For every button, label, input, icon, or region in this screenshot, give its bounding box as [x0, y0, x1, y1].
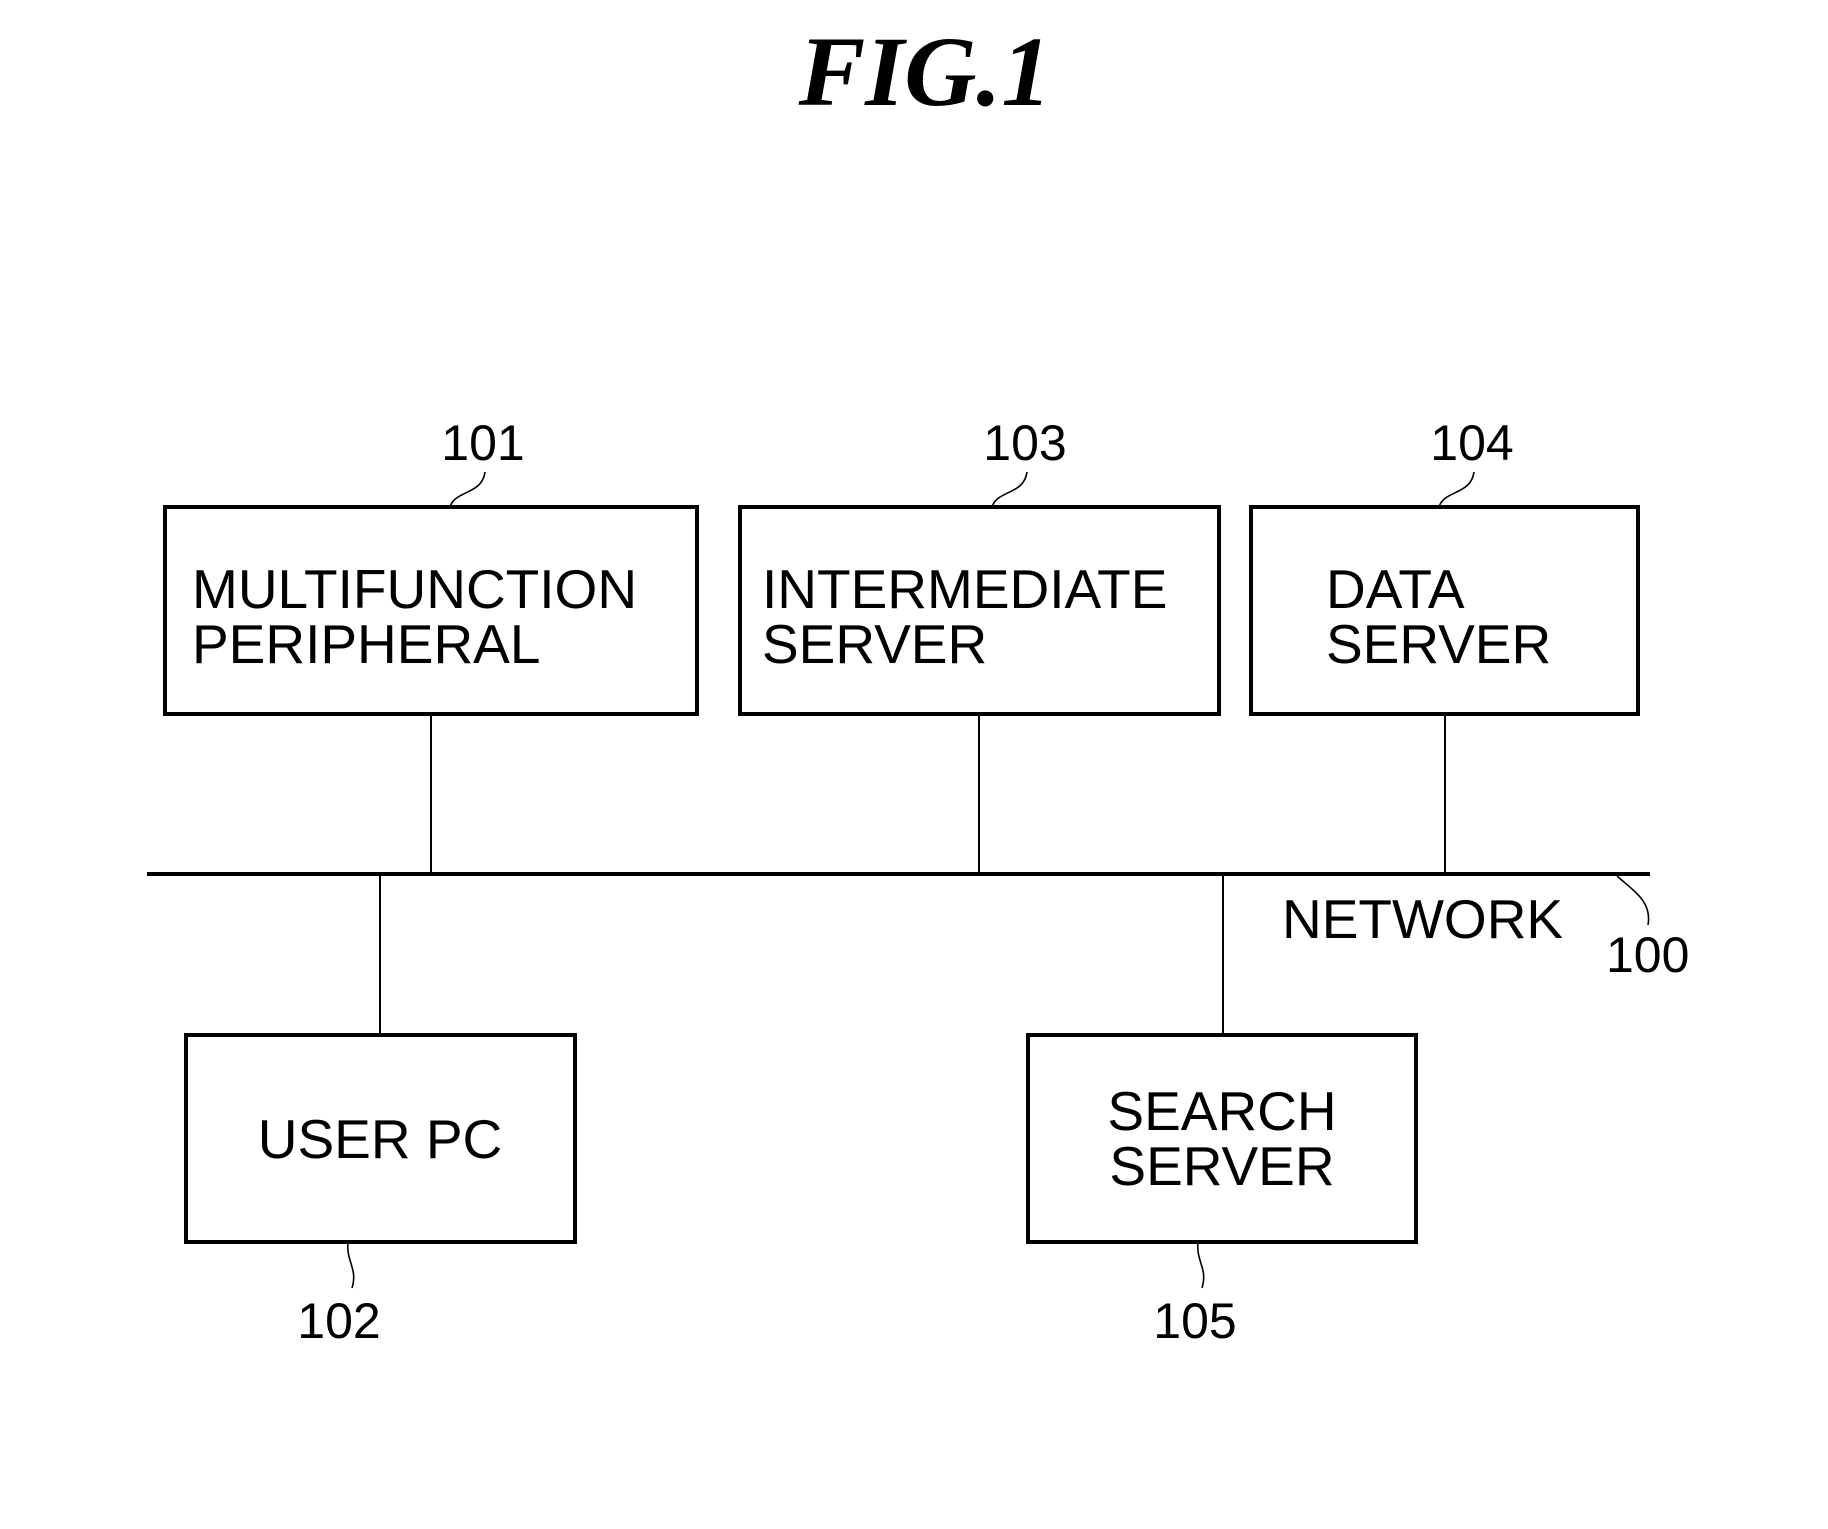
- node-leader-line: [347, 1241, 355, 1289]
- node-label-line: USER PC: [258, 1108, 503, 1170]
- node-user-pc: USER PC 102: [184, 874, 577, 1349]
- node-label-line: DATA: [1326, 558, 1465, 620]
- node-label-line: SERVER: [1109, 1135, 1334, 1197]
- network-label: NETWORK: [1282, 888, 1563, 950]
- node-ref: 104: [1430, 415, 1513, 471]
- node-leader-line: [449, 471, 486, 508]
- node-intermediate-server: INTERMEDIATE SERVER 103: [738, 415, 1221, 874]
- node-leader-line: [1197, 1241, 1205, 1289]
- node-ref: 105: [1153, 1293, 1236, 1349]
- node-multifunction-peripheral: MULTIFUNCTION PERIPHERAL 101: [163, 415, 699, 874]
- node-label-line: MULTIFUNCTION: [192, 558, 637, 620]
- node-data-server: DATA SERVER 104: [1249, 415, 1640, 874]
- network-leader-line: [1616, 875, 1650, 926]
- network-diagram: FIG.1 NETWORK 100 MULTIFUNCTION PERIPHER…: [147, 16, 1689, 1349]
- node-label-line: SERVER: [762, 613, 987, 675]
- node-leader-line: [1438, 471, 1475, 508]
- network-ref: 100: [1606, 927, 1689, 983]
- node-label-line: INTERMEDIATE: [762, 558, 1167, 620]
- node-ref: 102: [297, 1293, 380, 1349]
- node-label-line: SEARCH: [1107, 1080, 1336, 1142]
- node-ref: 101: [441, 415, 524, 471]
- node-ref: 103: [983, 415, 1066, 471]
- node-leader-line: [991, 471, 1028, 508]
- figure-title: FIG.1: [798, 16, 1052, 127]
- node-label-line: PERIPHERAL: [192, 613, 540, 675]
- node-label-line: SERVER: [1326, 613, 1551, 675]
